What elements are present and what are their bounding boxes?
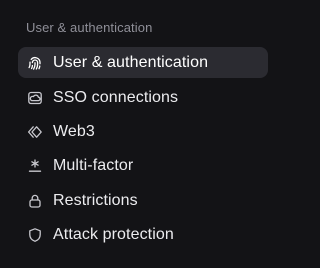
- sidebar-item-label: Attack protection: [53, 225, 174, 243]
- sidebar-item-sso-connections[interactable]: SSO connections: [18, 82, 268, 113]
- lock-icon: [27, 193, 43, 209]
- asterisk-icon: [27, 158, 43, 174]
- sidebar-item-label: SSO connections: [53, 88, 179, 106]
- sidebar-item-label: Web3: [53, 122, 95, 140]
- web3-chevrons-icon: [27, 124, 43, 140]
- sidebar-item-web3[interactable]: Web3: [18, 116, 268, 147]
- sso-cloud-icon: [27, 90, 43, 106]
- settings-sidebar: User & authentication User & authenticat…: [0, 0, 284, 268]
- sidebar-item-multi-factor[interactable]: Multi-factor: [18, 150, 268, 181]
- sidebar-item-label: Multi-factor: [53, 156, 134, 174]
- sidebar-item-attack-protection[interactable]: Attack protection: [18, 219, 268, 250]
- fingerprint-icon: [27, 55, 43, 71]
- shield-icon: [27, 227, 43, 243]
- sidebar-item-label: Restrictions: [53, 191, 138, 209]
- sidebar-item-user-authentication[interactable]: User & authentication: [18, 47, 268, 78]
- section-title: User & authentication: [26, 20, 153, 35]
- sidebar-item-label: User & authentication: [53, 53, 209, 71]
- sidebar-item-restrictions[interactable]: Restrictions: [18, 185, 268, 216]
